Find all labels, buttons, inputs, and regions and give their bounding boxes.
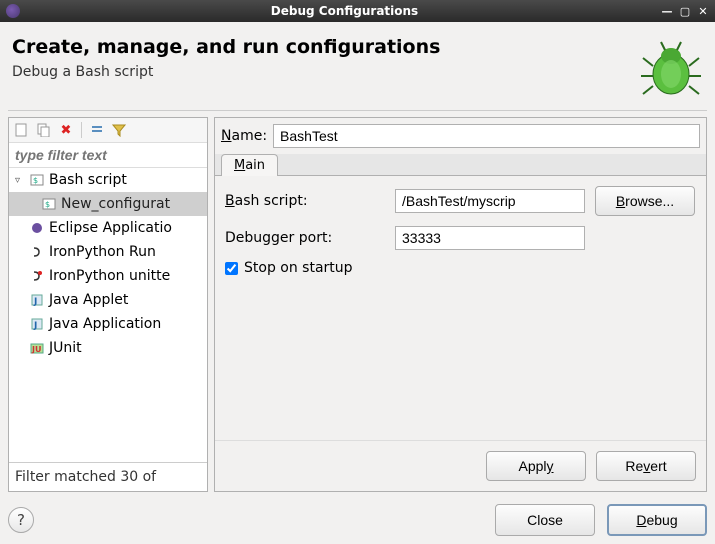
bash-config-icon: $ — [41, 196, 57, 212]
filter-status: Filter matched 30 of — [9, 462, 207, 491]
close-icon[interactable]: ✕ — [697, 5, 709, 17]
tab-page-main: Bash script: Browse... Debugger port: St… — [215, 176, 706, 440]
junit-icon: JU — [29, 340, 45, 356]
tree-item-label: Java Application — [49, 316, 161, 332]
tree-item-new-configuration[interactable]: $ New_configurat — [9, 192, 207, 216]
python-run-icon — [29, 244, 45, 260]
revert-button[interactable]: Revert — [596, 451, 696, 481]
titlebar: Debug Configurations — ▢ ✕ — [0, 0, 715, 22]
tree-item-label: New_configurat — [61, 196, 170, 212]
tree-category-ironpython-unittest[interactable]: IronPython unitte — [9, 264, 207, 288]
close-button[interactable]: Close — [495, 504, 595, 536]
bash-script-input[interactable] — [395, 189, 585, 213]
right-panel: Name: Main Bash script: Browse... Debugg… — [214, 117, 707, 492]
minimize-icon[interactable]: — — [661, 5, 673, 17]
debugger-port-input[interactable] — [395, 226, 585, 250]
name-input[interactable] — [273, 124, 700, 148]
page-title: Create, manage, and run configurations — [12, 36, 440, 58]
bash-type-icon: $ — [29, 172, 45, 188]
dialog-header: Create, manage, and run configurations D… — [8, 30, 707, 111]
tree-item-label: JUnit — [49, 340, 82, 356]
tree-item-label: Eclipse Applicatio — [49, 220, 172, 236]
browse-button[interactable]: Browse... — [595, 186, 695, 216]
apply-button[interactable]: Apply — [486, 451, 586, 481]
tabstrip: Main — [215, 154, 706, 176]
filter-icon[interactable] — [110, 121, 128, 139]
svg-text:$: $ — [33, 176, 38, 185]
tree-category-java-application[interactable]: J Java Application — [9, 312, 207, 336]
left-panel: ✖ ▿ $ Bash script — [8, 117, 208, 492]
tree-item-label: IronPython Run — [49, 244, 156, 260]
java-app-icon: J — [29, 316, 45, 332]
tree-category-junit[interactable]: JU JUnit — [9, 336, 207, 360]
tree-category-java-applet[interactable]: J Java Applet — [9, 288, 207, 312]
svg-text:J: J — [33, 297, 37, 307]
delete-config-icon[interactable]: ✖ — [57, 121, 75, 139]
tree-category-bash[interactable]: ▿ $ Bash script — [9, 168, 207, 192]
tree-category-ironpython-run[interactable]: IronPython Run — [9, 240, 207, 264]
bug-icon — [639, 36, 703, 100]
tab-main[interactable]: Main — [221, 154, 278, 176]
eclipse-type-icon — [29, 220, 45, 236]
stop-on-startup-checkbox[interactable] — [225, 262, 238, 275]
svg-text:J: J — [33, 321, 37, 331]
python-unittest-icon — [29, 268, 45, 284]
config-toolbar: ✖ — [9, 118, 207, 143]
new-config-icon[interactable] — [13, 121, 31, 139]
help-button[interactable]: ? — [8, 507, 34, 533]
name-label: Name: — [221, 128, 267, 144]
stop-on-startup-label: Stop on startup — [244, 260, 353, 276]
config-tree: ▿ $ Bash script $ New_configurat — [9, 168, 207, 462]
duplicate-config-icon[interactable] — [35, 121, 53, 139]
tree-category-eclipse-app[interactable]: Eclipse Applicatio — [9, 216, 207, 240]
help-icon: ? — [17, 511, 25, 529]
filter-input[interactable] — [9, 143, 207, 168]
chevron-down-icon: ▿ — [15, 175, 25, 186]
debug-button[interactable]: Debug — [607, 504, 707, 536]
svg-text:JU: JU — [31, 345, 41, 354]
debugger-port-label: Debugger port: — [225, 230, 385, 246]
eclipse-app-icon — [6, 4, 20, 18]
maximize-icon[interactable]: ▢ — [679, 5, 691, 17]
tree-category-label: Bash script — [49, 172, 127, 188]
bash-script-label: Bash script: — [225, 193, 385, 209]
tree-item-label: IronPython unitte — [49, 268, 170, 284]
page-subtitle: Debug a Bash script — [12, 64, 440, 80]
tree-item-label: Java Applet — [49, 292, 128, 308]
java-applet-icon: J — [29, 292, 45, 308]
window-title: Debug Configurations — [28, 4, 661, 18]
svg-text:$: $ — [45, 200, 50, 209]
toolbar-separator — [81, 122, 82, 138]
collapse-all-icon[interactable] — [88, 121, 106, 139]
